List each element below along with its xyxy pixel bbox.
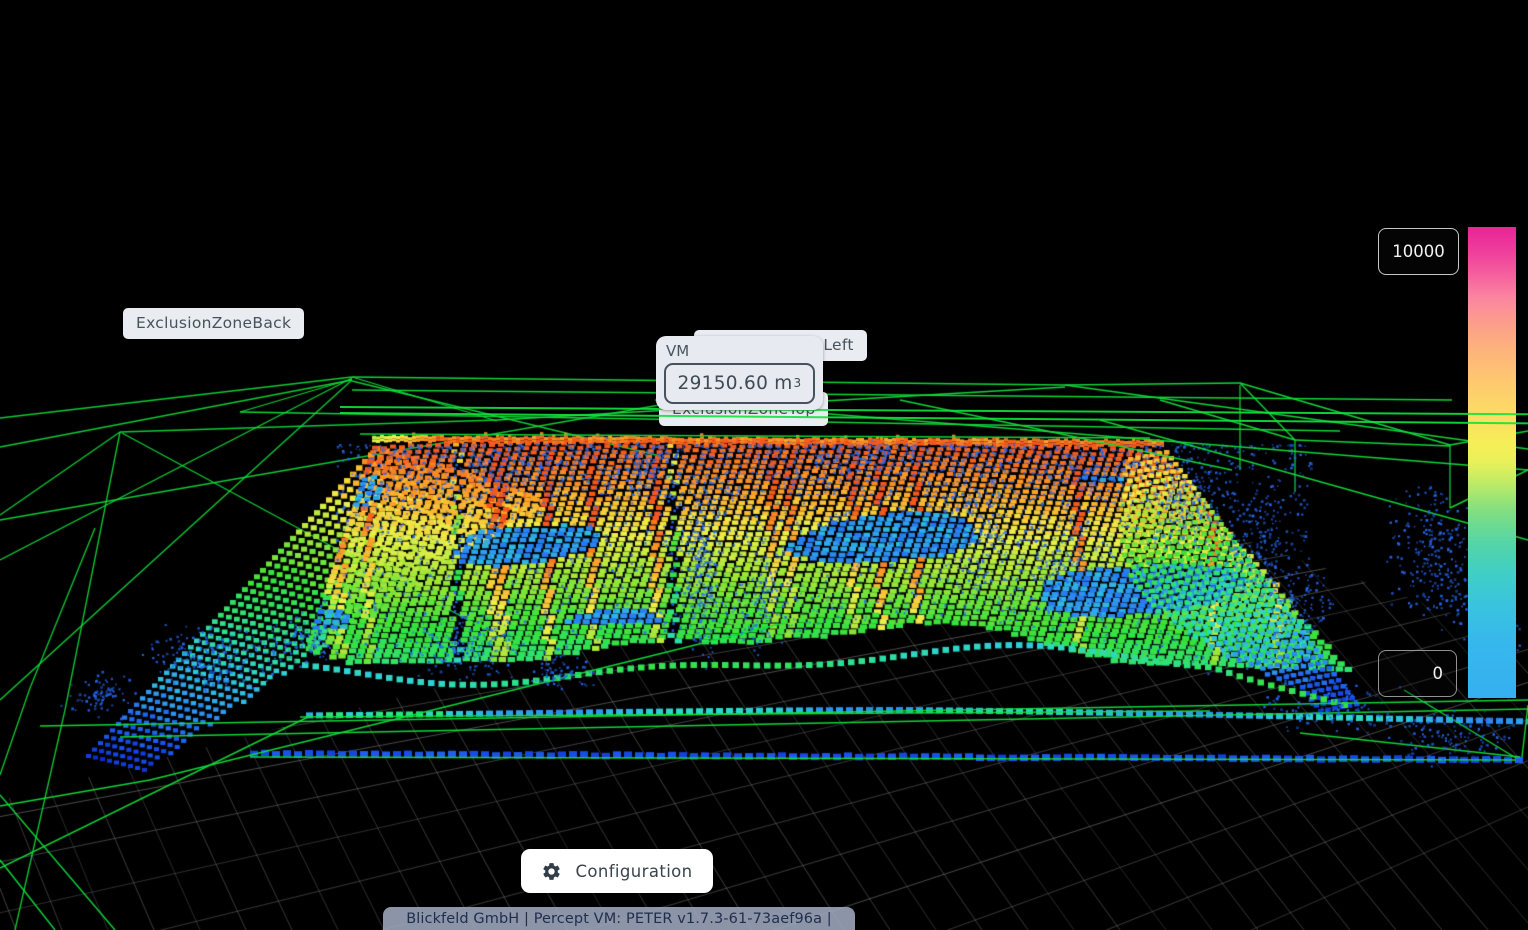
vm-unit-exponent: 3 xyxy=(794,376,802,390)
pointcloud-canvas[interactable] xyxy=(0,0,1528,930)
gear-icon xyxy=(541,861,562,882)
colorbar-gradient xyxy=(1468,227,1516,698)
status-bar: Blickfeld GmbH | Percept VM: PETER v1.7.… xyxy=(383,907,855,930)
configuration-button[interactable]: Configuration xyxy=(521,849,713,893)
vm-unit: m xyxy=(774,373,792,394)
exclusion-zone-back-label: ExclusionZoneBack xyxy=(123,308,304,339)
configuration-label: Configuration xyxy=(575,862,692,881)
status-bar-text: Blickfeld GmbH | Percept VM: PETER v1.7.… xyxy=(406,911,832,927)
colorbar-max-input[interactable]: 10000 xyxy=(1378,228,1459,275)
vm-title: VM xyxy=(666,342,689,360)
vm-value-box: 29150.60m3 xyxy=(664,363,815,404)
colorbar-min-input[interactable]: 0 xyxy=(1378,650,1457,697)
vm-value: 29150.60 xyxy=(678,373,769,394)
volume-measurement-widget: VM 29150.60m3 xyxy=(656,336,823,410)
viewport: ExclusionZoneBack ExclusionZoneTop Exclu… xyxy=(0,0,1528,930)
